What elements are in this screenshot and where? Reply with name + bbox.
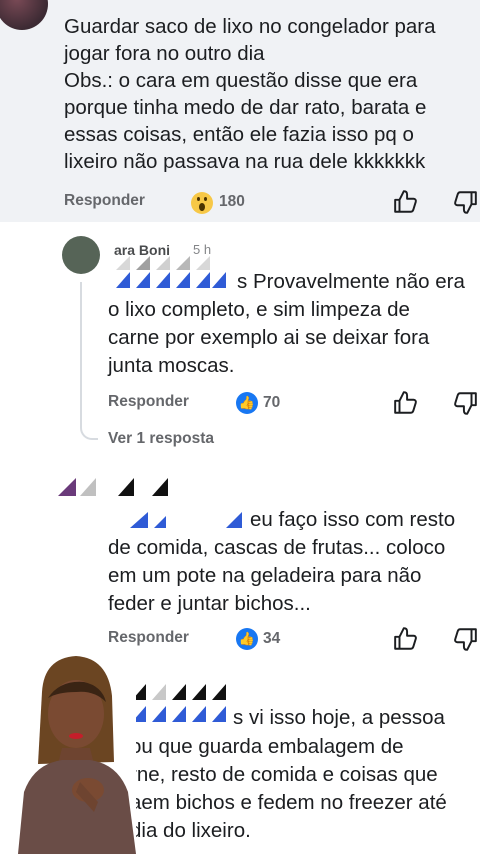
censor-overlay xyxy=(108,244,238,288)
comment-line: ou que guarda embalagem de xyxy=(130,735,404,758)
reply-button[interactable]: Responder xyxy=(108,629,189,647)
like-reaction-icon: 👍 xyxy=(236,628,258,650)
thread-line xyxy=(80,422,98,440)
comment-line: Guardar saco de lixo no congelador para xyxy=(64,15,436,38)
webcam-overlay xyxy=(14,652,136,854)
person-image xyxy=(14,652,136,854)
comment-line: carne por exemplo ai se deixar fora xyxy=(108,326,430,349)
dislike-icon[interactable] xyxy=(452,390,478,416)
like-icon[interactable] xyxy=(393,189,419,215)
censor-overlay xyxy=(58,478,168,496)
top-comment: Guardar saco de lixo no congelador para … xyxy=(0,0,480,222)
comment-line: jogar fora no outro dia xyxy=(64,42,265,65)
avatar[interactable] xyxy=(0,0,48,30)
like-icon[interactable] xyxy=(393,390,419,416)
comment-line: essas coisas, então ele fazia isso pq o xyxy=(64,123,414,146)
wow-reaction-icon xyxy=(191,192,213,214)
see-replies-link[interactable]: Ver 1 resposta xyxy=(108,430,214,448)
thread-line xyxy=(80,282,82,422)
comment-line: o lixo completo, e sim limpeza de xyxy=(108,298,410,321)
reaction-count[interactable]: 34 xyxy=(263,630,280,648)
reply-button[interactable]: Responder xyxy=(64,192,145,210)
comment-line: feder e juntar bichos... xyxy=(108,592,311,615)
avatar[interactable] xyxy=(62,236,100,274)
comment-line: eu faço isso com resto xyxy=(250,508,456,531)
comment-line: Obs.: o cara em questão disse que era xyxy=(64,69,418,92)
like-reaction-icon: 👍 xyxy=(236,392,258,414)
like-icon[interactable] xyxy=(393,626,419,652)
comment-line: de comida, cascas de frutas... coloco xyxy=(108,536,446,559)
comment-line: porque tinha medo de dar rato, barata e xyxy=(64,96,427,119)
comment-line: em um pote na geladeira para não xyxy=(108,564,422,587)
reaction-count[interactable]: 70 xyxy=(263,394,280,412)
comment-line: s vi isso hoje, a pessoa xyxy=(233,706,445,729)
comment-line: s Provavelmente não era xyxy=(237,270,465,293)
reply-button[interactable]: Responder xyxy=(108,393,189,411)
dislike-icon[interactable] xyxy=(452,626,478,652)
comment-line: rne, resto de comida e coisas que xyxy=(130,763,438,786)
dislike-icon[interactable] xyxy=(452,189,478,215)
comment-line: dia do lixeiro. xyxy=(130,819,251,842)
reaction-count[interactable]: 180 xyxy=(219,193,245,211)
comment-line: aem bichos e fedem no freezer até xyxy=(130,791,447,814)
censor-overlay xyxy=(130,512,242,528)
comment-line: lixeiro não passava na rua dele kkkkkkk xyxy=(64,150,426,173)
comment-line: junta moscas. xyxy=(108,354,235,377)
